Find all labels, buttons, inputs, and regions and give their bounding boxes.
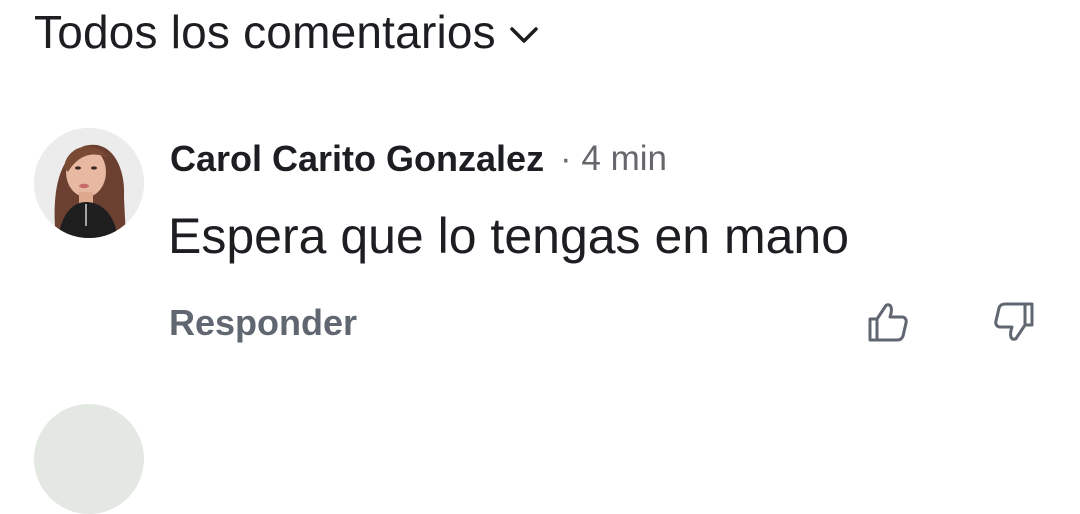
comment-text: Espera que lo tengas en mano — [168, 208, 850, 264]
thumbs-down-icon[interactable] — [990, 298, 1038, 346]
chevron-down-icon — [508, 23, 540, 47]
comments-filter-label: Todos los comentarios — [34, 6, 496, 58]
next-comment-avatar[interactable] — [34, 404, 144, 514]
thumbs-up-icon[interactable] — [864, 298, 912, 346]
comment-timestamp: 4 min — [581, 139, 667, 178]
meta-separator: · — [560, 139, 572, 178]
reply-button[interactable]: Responder — [169, 300, 357, 346]
comment-author[interactable]: Carol Carito Gonzalez — [170, 138, 544, 180]
avatar[interactable] — [34, 128, 144, 238]
comments-filter-dropdown[interactable]: Todos los comentarios — [34, 4, 540, 60]
comment-meta: Carol Carito Gonzalez · 4 min — [170, 134, 667, 184]
comment-item: Carol Carito Gonzalez · 4 min Espera que… — [34, 128, 1080, 388]
